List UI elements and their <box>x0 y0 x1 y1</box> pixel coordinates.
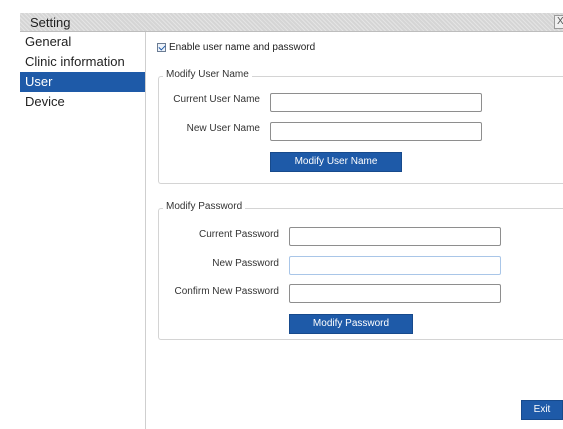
modify-user-name-group: Modify User Name Current User Name New U… <box>158 69 563 184</box>
exit-button[interactable]: Exit <box>521 400 563 420</box>
modify-password-button[interactable]: Modify Password <box>289 314 413 334</box>
enable-credentials-checkbox[interactable] <box>157 43 166 52</box>
sidebar-item-general[interactable]: General <box>20 32 145 52</box>
user-settings-panel: Enable user name and password Modify Use… <box>146 32 563 429</box>
settings-sidebar: General Clinic information User Device <box>20 32 146 429</box>
modify-password-legend: Modify Password <box>163 201 246 212</box>
sidebar-item-device[interactable]: Device <box>20 92 145 112</box>
new-user-name-label: New User Name <box>186 123 260 134</box>
current-user-name-input[interactable] <box>270 93 482 112</box>
confirm-new-password-input[interactable] <box>289 284 501 303</box>
modify-password-group: Modify Password Current Password New Pas… <box>158 201 563 340</box>
new-password-input[interactable] <box>289 256 501 275</box>
title-bar: Setting X <box>20 13 563 32</box>
sidebar-item-clinic-information[interactable]: Clinic information <box>20 52 145 72</box>
enable-credentials-row: Enable user name and password <box>157 42 315 53</box>
current-password-input[interactable] <box>289 227 501 246</box>
close-icon[interactable]: X <box>554 15 563 29</box>
window-title: Setting <box>30 15 71 30</box>
new-password-label: New Password <box>212 258 279 269</box>
current-user-name-label: Current User Name <box>173 94 260 105</box>
modify-user-name-legend: Modify User Name <box>163 69 252 80</box>
sidebar-item-user[interactable]: User <box>20 72 145 92</box>
current-password-label: Current Password <box>198 229 279 240</box>
modify-user-name-button[interactable]: Modify User Name <box>270 152 402 172</box>
new-user-name-input[interactable] <box>270 122 482 141</box>
confirm-new-password-label: Confirm New Password <box>174 286 279 297</box>
enable-credentials-label: Enable user name and password <box>169 42 316 53</box>
